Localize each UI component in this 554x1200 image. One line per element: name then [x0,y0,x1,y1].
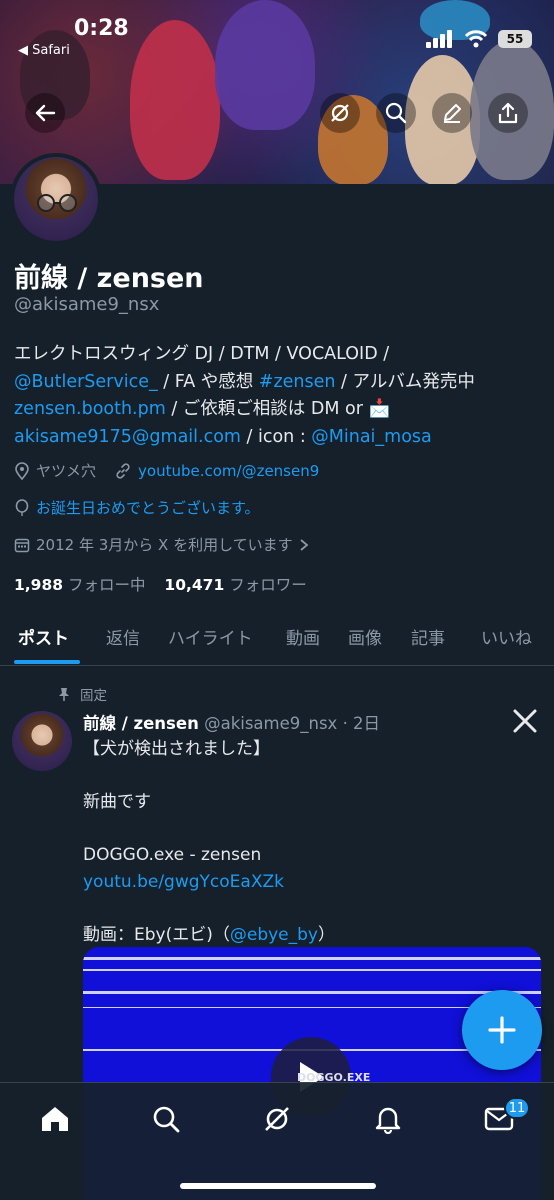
pinned-text: 固定 [80,688,107,704]
bio-link[interactable]: zensen.booth.pm [14,399,166,419]
credit-suffix: ） [317,924,335,945]
followers-count: 10,471 [164,576,225,594]
bio-link[interactable]: #zensen [259,372,336,392]
nav-grok[interactable] [257,1099,297,1139]
status-icons: 55 [426,30,532,48]
pinned-label: 固定 [58,684,107,704]
bio-text: エレクトロスウィング DJ / DTM / VOCALOID / [14,344,390,364]
profile-avatar[interactable] [10,153,102,245]
x-logo-icon [513,709,537,733]
followers-label: フォロワー [229,576,307,594]
profile-name: 前線 / zensen [14,263,204,294]
link-icon [116,462,130,479]
grok-icon [265,1107,289,1131]
home-indicator [180,1183,376,1189]
following-link[interactable]: 1,988 フォロー中 [14,576,145,594]
profile-handle: @akisame9_nsx [14,294,160,315]
calendar-icon [14,538,30,552]
profile-joined[interactable]: 2012 年 3月から X を利用しています [14,534,309,555]
post-menu[interactable] [512,708,538,738]
share-icon [498,102,518,124]
tab-photos[interactable]: 画像 [348,624,382,649]
following-count: 1,988 [14,576,64,594]
profile-birthday: お誕生日おめでとうございます。 [14,497,260,518]
chevron-right-icon [300,538,309,551]
bio-text: / アルバム発売中 [335,371,475,392]
wifi-icon [464,30,488,48]
followers-link[interactable]: 10,471 フォロワー [164,576,306,594]
bio-line: akisame9175@gmail.com / icon : @Minai_mo… [14,424,544,452]
tab-posts[interactable]: ポスト [18,624,69,649]
bio-link[interactable]: akisame9175@gmail.com [14,427,241,447]
profile-bio: エレクトロスウィング DJ / DTM / VOCALOID / @ButlerS… [14,341,544,451]
bio-link[interactable]: @ButlerService_ [14,372,158,392]
bio-link[interactable]: @Minai_mosa [311,427,431,447]
share-button[interactable] [488,93,528,133]
post-header: 前線 / zensen @akisame9_nsx · 2日 [83,710,380,734]
back-to-safari[interactable]: ◀ Safari [18,43,70,58]
tab-videos[interactable]: 動画 [286,624,320,649]
credit-mention[interactable]: @ebye_by [230,925,318,945]
nav-search[interactable] [146,1099,186,1139]
tab-replies[interactable]: 返信 [106,624,140,649]
bio-text: / ご依頼ご相談は DM or 📩 [165,399,391,419]
post-author[interactable]: 前線 / zensen [83,714,199,733]
tab-likes[interactable]: いいね [481,624,532,649]
status-time: 0:28 [74,16,129,41]
birthday-text: お誕生日おめでとうございます。 [36,499,260,517]
glasses-icon [37,194,77,212]
profile-tabs: ポスト 返信 ハイライト 動画 画像 記事 いいね [0,620,554,666]
back-button[interactable] [25,93,65,133]
tab-highlights[interactable]: ハイライト [168,624,253,649]
arrow-left-icon [35,104,56,122]
follow-stats: 1,988 フォロー中 10,471 フォロワー [14,573,307,595]
location-pin-icon [15,461,29,480]
bell-icon [375,1107,401,1134]
post-text: 【犬が検出されました】 新曲です DOGGO.exe - zensen yout… [83,736,335,948]
search-icon [385,102,407,124]
messages-badge: 11 [504,1097,530,1119]
post-line: 新曲です [83,792,151,812]
post-line: 【犬が検出されました】 [83,739,270,759]
pin-icon [59,688,69,701]
nav-notifications[interactable] [368,1099,408,1139]
search-icon [153,1106,180,1133]
bio-line: zensen.booth.pm / ご依頼ご相談は DM or 📩 [14,396,544,424]
following-label: フォロー中 [67,576,146,594]
credit-prefix: 動画：Eby(エビ)（ [83,924,230,945]
status-bar: 0:28 ◀ Safari 55 [0,0,554,60]
cellular-signal-icon [426,30,452,48]
bio-text: / FA や感想 [157,371,259,392]
location-text: ヤツメ穴 [36,462,97,480]
profile-location: ヤツメ穴 youtube.com/@zensen9 [14,460,319,481]
post-line: DOGGO.exe - zensen [83,845,262,865]
compose-button[interactable] [462,990,542,1070]
post-avatar[interactable] [12,711,72,771]
battery-icon: 55 [498,30,532,48]
edit-button[interactable] [432,93,472,133]
grok-icon [331,104,349,122]
nav-home[interactable] [35,1099,75,1139]
post-handle-time: @akisame9_nsx · 2日 [204,714,381,733]
tab-articles[interactable]: 記事 [411,624,445,649]
pencil-icon [444,104,461,123]
search-button[interactable] [376,93,416,133]
balloon-icon [15,498,29,516]
post-link[interactable]: youtu.be/gwgYcoEaXZk [83,872,284,892]
bio-line: エレクトロスウィング DJ / DTM / VOCALOID / [14,341,544,369]
bio-text: / icon : [240,426,312,447]
bio-line: @ButlerService_ / FA や感想 #zensen / アルバム発… [14,369,544,397]
joined-text: 2012 年 3月から X を利用しています [36,536,293,554]
active-tab-indicator [14,660,80,664]
plus-icon [488,1016,516,1044]
grok-button[interactable] [320,93,360,133]
website-link[interactable]: youtube.com/@zensen9 [138,462,319,480]
home-icon [42,1107,68,1131]
